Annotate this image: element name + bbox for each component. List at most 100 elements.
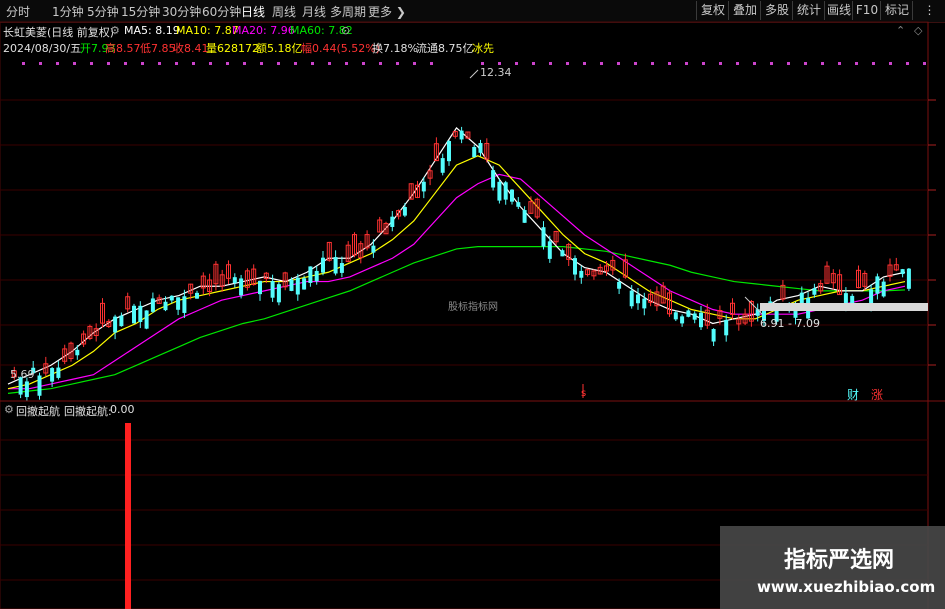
- candle-body: [321, 257, 325, 273]
- candle-body: [37, 375, 42, 396]
- candle-body: [270, 280, 275, 298]
- signal-dot: [175, 62, 178, 65]
- candle-body: [24, 381, 29, 398]
- signal-dot: [566, 62, 569, 65]
- signal-dot: [668, 62, 671, 65]
- candle-body: [850, 295, 855, 304]
- support-band: [760, 303, 928, 311]
- candle-body: [56, 367, 61, 378]
- candle-body: [673, 312, 678, 320]
- candle-body: [232, 277, 237, 284]
- signal-dot: [753, 62, 756, 65]
- signal-dot: [141, 62, 144, 65]
- start-price-label: 5.69: [10, 368, 35, 381]
- candle-body: [308, 266, 313, 283]
- candle-body: [629, 290, 634, 307]
- candle-body: [176, 297, 181, 310]
- signal-dot: [294, 62, 297, 65]
- candle-body: [699, 312, 703, 328]
- candle-body: [497, 181, 502, 201]
- signal-dot: [209, 62, 212, 65]
- candle-body: [881, 281, 886, 297]
- signal-dot: [56, 62, 59, 65]
- candle-body: [302, 278, 307, 290]
- candle-body: [421, 181, 426, 192]
- candle-body: [636, 294, 640, 304]
- candle-body: [900, 269, 905, 275]
- signal-dot: [702, 62, 705, 65]
- signal-dot: [617, 62, 620, 65]
- signal-dot: [192, 62, 195, 65]
- candle-body: [541, 227, 546, 247]
- indicator-bar: [125, 423, 131, 609]
- signal-dot: [549, 62, 552, 65]
- signal-dot: [498, 62, 501, 65]
- signal-dot: [22, 62, 25, 65]
- signal-dot: [481, 62, 484, 65]
- candle-body: [875, 276, 880, 294]
- signal-dot: [90, 62, 93, 65]
- indicator-settings-icon[interactable]: ⚙: [4, 403, 14, 416]
- peak-price-label: 12.34: [480, 66, 512, 79]
- signal-dot: [311, 62, 314, 65]
- candle-body: [371, 245, 376, 253]
- candle-body: [138, 305, 143, 322]
- candle-body: [799, 292, 804, 304]
- signal-dot: [855, 62, 858, 65]
- candle-body: [132, 305, 136, 324]
- signal-dot: [362, 62, 365, 65]
- signal-dot: [583, 62, 586, 65]
- event-s-marker: s: [581, 388, 587, 399]
- signal-dot: [770, 62, 773, 65]
- signal-dot: [532, 62, 535, 65]
- signal-dot: [838, 62, 841, 65]
- ma20-line: [8, 173, 906, 390]
- candle-body: [516, 202, 521, 207]
- signal-dot: [906, 62, 909, 65]
- candle-body: [812, 288, 817, 295]
- site-watermark: 指标严选网 www.xuezhibiao.com: [720, 526, 945, 609]
- candle-body: [333, 257, 338, 274]
- candle-body: [169, 295, 174, 301]
- candle-body: [75, 349, 80, 356]
- candle-body: [579, 270, 584, 278]
- candle-body: [314, 270, 319, 282]
- signal-dot: [804, 62, 807, 65]
- signal-dot: [413, 62, 416, 65]
- signal-dot: [277, 62, 280, 65]
- candle-body: [711, 329, 716, 342]
- event-cai-marker: 财: [847, 388, 860, 402]
- signal-dot: [736, 62, 739, 65]
- candle-body: [150, 298, 155, 312]
- candle-body: [491, 170, 496, 188]
- signal-dot: [379, 62, 382, 65]
- ma10-line: [7, 155, 906, 390]
- indicator-name[interactable]: 回撤起航: [16, 403, 60, 419]
- signal-dot: [73, 62, 76, 65]
- signal-dot: [889, 62, 892, 65]
- candle-body: [144, 310, 149, 329]
- signal-dot: [787, 62, 790, 65]
- signal-dot: [719, 62, 722, 65]
- signal-dot: [328, 62, 331, 65]
- candle-body: [119, 315, 124, 327]
- candle-body: [295, 277, 300, 295]
- indicator-value: 0.00: [110, 403, 135, 416]
- range-label: 6.91 - 7.09: [760, 317, 820, 330]
- candle-body: [258, 280, 262, 295]
- candle-body: [547, 241, 552, 259]
- peak-pointer: [469, 69, 479, 79]
- signal-dot: [923, 62, 926, 65]
- candle-body: [503, 182, 508, 200]
- candle-body: [573, 258, 577, 275]
- signal-dot: [124, 62, 127, 65]
- signal-dot: [396, 62, 399, 65]
- watermark-title: 指标严选网: [784, 548, 895, 573]
- candle-body: [447, 141, 451, 162]
- candle-body: [472, 146, 477, 157]
- candle-body: [692, 313, 697, 320]
- signal-dot: [158, 62, 161, 65]
- signal-dot: [821, 62, 824, 65]
- signal-dot: [634, 62, 637, 65]
- signal-dot: [260, 62, 263, 65]
